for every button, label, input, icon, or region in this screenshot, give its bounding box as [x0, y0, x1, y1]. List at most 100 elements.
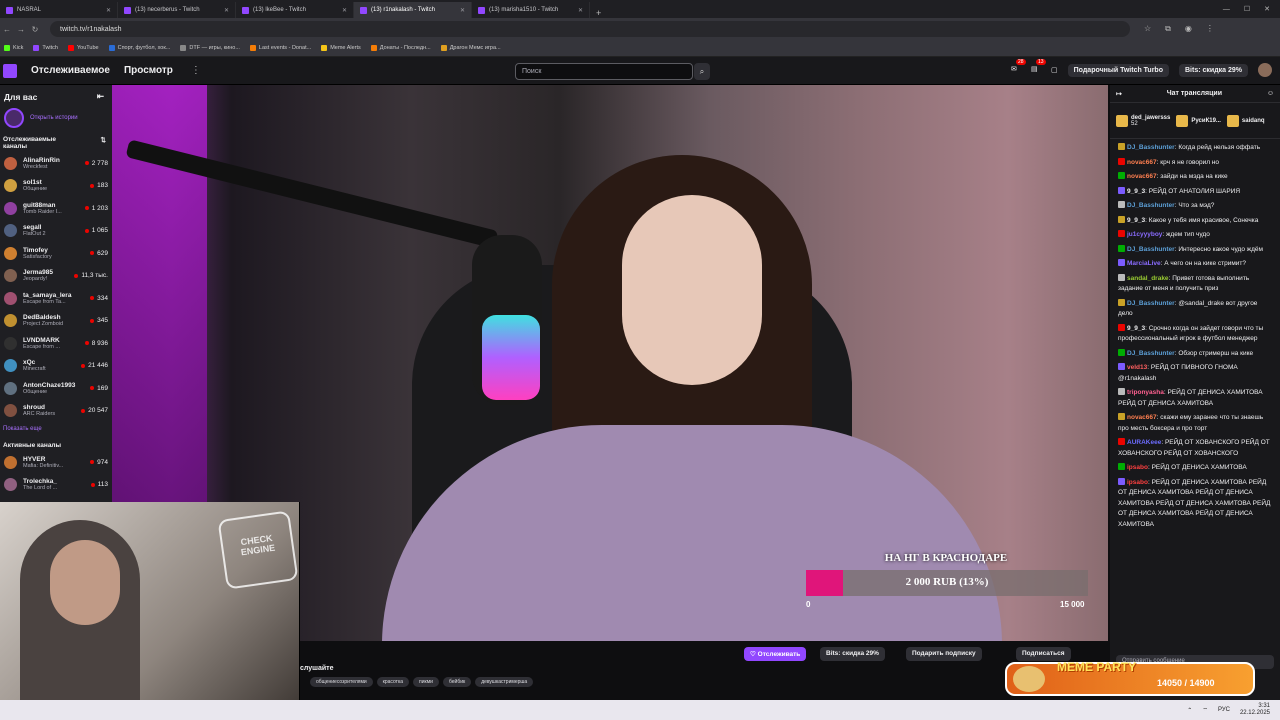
sidebar-channel[interactable]: Jerma985 Jeopardy! 11,3 тыс.: [0, 265, 112, 288]
bookmark-item[interactable]: Донаты - Последн...: [370, 45, 431, 51]
language-indicator[interactable]: РУС: [1218, 707, 1230, 713]
browser-tab[interactable]: (13) marisha1510 - Twitch ✕: [472, 2, 590, 18]
close-tab-icon[interactable]: ✕: [224, 7, 229, 14]
stream-tag[interactable]: пикми: [413, 677, 439, 687]
chat-username[interactable]: DJ_Basshunter: [1127, 202, 1175, 209]
follow-button[interactable]: ♡ Отслеживать: [744, 647, 807, 661]
chat-username[interactable]: MarciaLive: [1127, 260, 1161, 267]
sidebar-channel[interactable]: LVNDMARK Escape from ... 8 936: [0, 332, 112, 355]
sidebar-channel[interactable]: Timofey Satisfactory 629: [0, 242, 112, 265]
twitch-logo-icon[interactable]: [3, 63, 17, 78]
more-icon[interactable]: ⋮: [191, 65, 201, 76]
menu-icon[interactable]: ⋮: [1206, 24, 1214, 34]
maximize-icon[interactable]: ☐: [1244, 5, 1250, 13]
sidebar-channel[interactable]: DedBaldesh Project Zomboid 345: [0, 310, 112, 333]
search-input[interactable]: Поиск: [515, 63, 693, 80]
new-tab-button[interactable]: +: [590, 8, 607, 18]
bookmark-item[interactable]: Twitch: [33, 45, 58, 51]
sidebar-channel[interactable]: ta_samaya_lera Escape from Ta... 334: [0, 287, 112, 310]
leaderboard-entry[interactable]: ded_jawersss 52: [1116, 114, 1170, 127]
chat-username[interactable]: AURAKeee: [1127, 439, 1161, 446]
browser-tab[interactable]: (13) r1nakalash - Twitch ✕: [354, 2, 472, 18]
show-more-link[interactable]: Показать еще: [0, 422, 112, 436]
whispers-icon[interactable]: ▢: [1051, 66, 1058, 74]
bookmark-item[interactable]: YouTube: [67, 45, 99, 51]
collapse-sidebar-icon[interactable]: ⇤: [97, 91, 104, 102]
url-field[interactable]: twitch.tv/r1nakalash: [50, 21, 1130, 37]
chat-users-icon[interactable]: ☺: [1267, 90, 1274, 97]
forward-icon[interactable]: →: [14, 25, 28, 34]
gift-turbo-button[interactable]: Подарочный Twitch Turbo: [1067, 63, 1169, 77]
close-tab-icon[interactable]: ✕: [578, 7, 583, 14]
chat-username[interactable]: sandal_drake: [1127, 275, 1169, 282]
chat-username[interactable]: ju1cyyyboy: [1127, 231, 1162, 238]
nav-browse[interactable]: Просмотр: [124, 65, 173, 76]
wifi-icon[interactable]: ⌔: [1202, 706, 1208, 714]
gift-sub-button[interactable]: Подарить подписку: [906, 647, 982, 661]
sidebar-channel[interactable]: Trolechka_ The Lord of ... 113: [0, 474, 112, 497]
chat-username[interactable]: 9_9_3: [1127, 325, 1145, 332]
search-icon[interactable]: ⌕: [694, 63, 710, 80]
chat-username[interactable]: DJ_Basshunter: [1127, 300, 1175, 307]
reload-icon[interactable]: ↻: [28, 25, 42, 34]
bookmark-item[interactable]: DTF — игры, кино...: [180, 45, 240, 51]
bookmark-item[interactable]: Meme Alerts: [321, 45, 361, 51]
notifications-icon[interactable]: ✉ 28: [1011, 59, 1026, 75]
browser-tab[interactable]: NASRAL ✕: [0, 2, 118, 18]
minimize-icon[interactable]: —: [1223, 6, 1230, 13]
subscribe-button[interactable]: Подписаться: [1016, 647, 1071, 661]
chat-username[interactable]: ipsabo: [1127, 479, 1148, 486]
bookmark-item[interactable]: Last events - Donat...: [249, 45, 311, 51]
leaderboard-entry[interactable]: РусиК19...: [1176, 114, 1221, 127]
clock[interactable]: 3:31 22.12.2025: [1240, 703, 1270, 717]
sidebar-channel[interactable]: segall FlatOut 2 1 065: [0, 220, 112, 243]
chat-username[interactable]: veld13: [1127, 364, 1147, 371]
chat-username[interactable]: DJ_Basshunter: [1127, 144, 1175, 151]
viewer-count: 169: [90, 385, 108, 392]
stream-tag[interactable]: красотка: [376, 677, 410, 687]
sidebar-channel[interactable]: xQc Minecraft 21 446: [0, 355, 112, 378]
stream-tag[interactable]: девушкастримерша: [475, 677, 534, 687]
bookmark-item[interactable]: Спорт, футбол, хок...: [108, 45, 170, 51]
stream-tag[interactable]: общениесозрителями: [310, 677, 373, 687]
chat-username[interactable]: 9_9_3: [1127, 217, 1145, 224]
close-window-icon[interactable]: ✕: [1264, 5, 1270, 13]
bits-sale-button[interactable]: Bits: скидка 29%: [1179, 63, 1248, 77]
user-avatar[interactable]: [1258, 63, 1272, 77]
bookmark-item[interactable]: Kick: [4, 45, 23, 51]
open-stories[interactable]: Открыть истории: [0, 106, 112, 130]
browser-tab[interactable]: (13) necerberus - Twitch ✕: [118, 2, 236, 18]
sidebar-channel[interactable]: guit88man Tomb Raider I... 1 203: [0, 197, 112, 220]
sidebar-channel[interactable]: HYVER Mafia: Definitiv... 974: [0, 451, 112, 474]
extensions-icon[interactable]: ⧉: [1165, 24, 1171, 34]
profile-icon[interactable]: ◉: [1185, 24, 1192, 34]
chat-username[interactable]: DJ_Basshunter: [1127, 350, 1175, 357]
close-tab-icon[interactable]: ✕: [342, 7, 347, 14]
inbox-icon[interactable]: ▤ 13: [1031, 59, 1046, 75]
close-tab-icon[interactable]: ✕: [460, 7, 465, 14]
chat-username[interactable]: novac667: [1127, 173, 1157, 180]
sidebar-channel[interactable]: shroud ARC Raiders 20 547: [0, 400, 112, 423]
sidebar-channel[interactable]: sol1st Общение 183: [0, 175, 112, 198]
chat-username[interactable]: 9_9_3: [1127, 188, 1145, 195]
stream-tag[interactable]: бейбик: [442, 677, 472, 687]
close-tab-icon[interactable]: ✕: [106, 7, 111, 14]
sort-icon[interactable]: ⇅: [101, 136, 106, 150]
chat-username[interactable]: triponyasha: [1127, 389, 1164, 396]
chat-username[interactable]: DJ_Basshunter: [1127, 246, 1175, 253]
tray-arrow-icon[interactable]: ⌃: [1187, 707, 1192, 714]
leaderboard-entry[interactable]: saidanq: [1226, 114, 1265, 127]
bookmark-star-icon[interactable]: ☆: [1144, 24, 1151, 34]
sidebar-channel[interactable]: AntonChaze1993 Общение 169: [0, 377, 112, 400]
collapse-chat-icon[interactable]: ↦: [1116, 90, 1122, 98]
chat-username[interactable]: novac667: [1127, 159, 1157, 166]
nav-following[interactable]: Отслеживаемое: [31, 65, 110, 76]
bits-sale-button-2[interactable]: Bits: скидка 29%: [820, 647, 885, 661]
bookmark-item[interactable]: Драгон Мемс игра...: [440, 45, 501, 51]
sidebar-channel[interactable]: AlinaRinRin Wreckfest 2 778: [0, 152, 112, 175]
chat-username[interactable]: novac667: [1127, 414, 1157, 421]
chat-badge-icon: [1118, 244, 1125, 252]
browser-tab[interactable]: (13) lkeBee - Twitch ✕: [236, 2, 354, 18]
chat-username[interactable]: ipsabo: [1127, 464, 1148, 471]
back-icon[interactable]: ←: [0, 25, 14, 34]
